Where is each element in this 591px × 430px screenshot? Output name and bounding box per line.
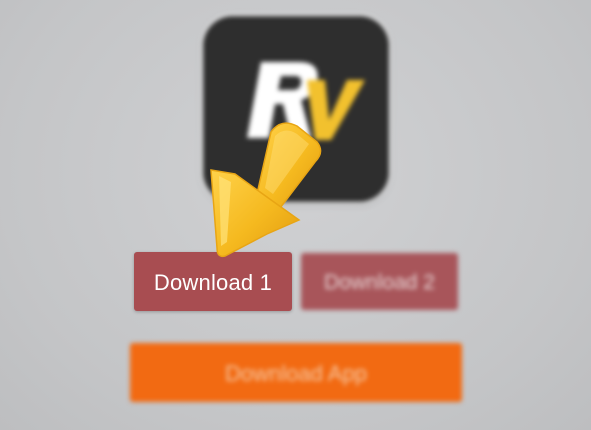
download-1-button[interactable]: Download 1 <box>134 252 292 311</box>
rv-logo-icon <box>203 16 389 202</box>
page-background: Download 1 Download 2 Download App <box>0 0 591 430</box>
download-app-button[interactable]: Download App <box>130 343 462 402</box>
download-2-button[interactable]: Download 2 <box>301 253 458 310</box>
app-logo <box>203 16 389 202</box>
